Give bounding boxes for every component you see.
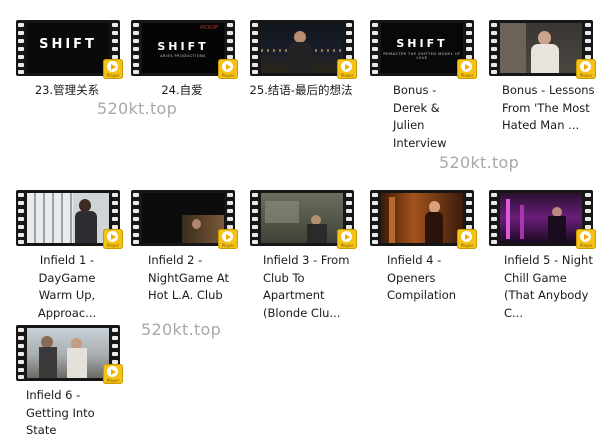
file-name: Infield 4 - Openers Compilation [387,253,457,302]
file-name: Bonus - Derek & Julien Interview [393,83,447,150]
video-file-icon: Player [250,190,357,249]
watermark: 520kt.top [97,99,178,118]
video-file-icon: SHIFT Player [16,20,123,79]
file-name: Infield 1 - DayGame Warm Up, Approac... [37,253,97,320]
frame-subtitle: REMASTER THE SHIFTED MODEL OF LOVE [383,52,461,60]
video-file-icon: Player [16,190,123,249]
player-badge-icon: Player [103,229,123,249]
watermark: 520kt.top [439,153,520,172]
player-badge-icon: Player [103,59,123,79]
player-badge-icon: Player [576,229,596,249]
player-badge-icon: Player [337,229,357,249]
video-file-icon: Player [16,325,123,384]
file-name: 24.自爱 [161,83,203,97]
video-file-icon: Player [250,20,357,79]
frame-subtitle: ARIES PRODUCTIONS [160,54,206,58]
video-file-icon: Player [489,190,596,249]
file-name: 23.管理关系 [34,83,100,97]
video-file-icon: Player [131,190,238,249]
frame-brand: PICKUP [200,25,218,31]
player-badge-icon: Player [218,229,238,249]
frame-title: SHIFT [157,40,209,53]
file-name: Infield 6 - Getting Into State [26,388,95,437]
player-badge-icon: Player [337,59,357,79]
player-badge-icon: Player [576,59,596,79]
file-name: 25.结语-最后的想法 [249,83,353,97]
video-file-icon: SHIFT REMASTER THE SHIFTED MODEL OF LOVE… [370,20,477,79]
file-name: Infield 2 - NightGame At Hot L.A. Club [148,253,229,302]
file-name: Bonus - Lessons From 'The Most Hated Man… [502,83,595,132]
player-badge-icon: Player [457,59,477,79]
video-file-icon: PICKUP SHIFT ARIES PRODUCTIONS Player [131,20,238,79]
player-badge-icon: Player [103,364,123,384]
frame-title: SHIFT [396,37,448,50]
video-file-icon: Player [489,20,596,79]
player-badge-icon: Player [218,59,238,79]
frame-title: SHIFT [39,37,97,52]
file-name: Infield 3 - From Club To Apartment (Blon… [263,253,350,320]
file-name: Infield 5 - Night Chill Game (That Anybo… [504,253,593,320]
player-badge-icon: Player [457,229,477,249]
watermark: 520kt.top [141,320,222,339]
video-file-icon: Player [370,190,477,249]
